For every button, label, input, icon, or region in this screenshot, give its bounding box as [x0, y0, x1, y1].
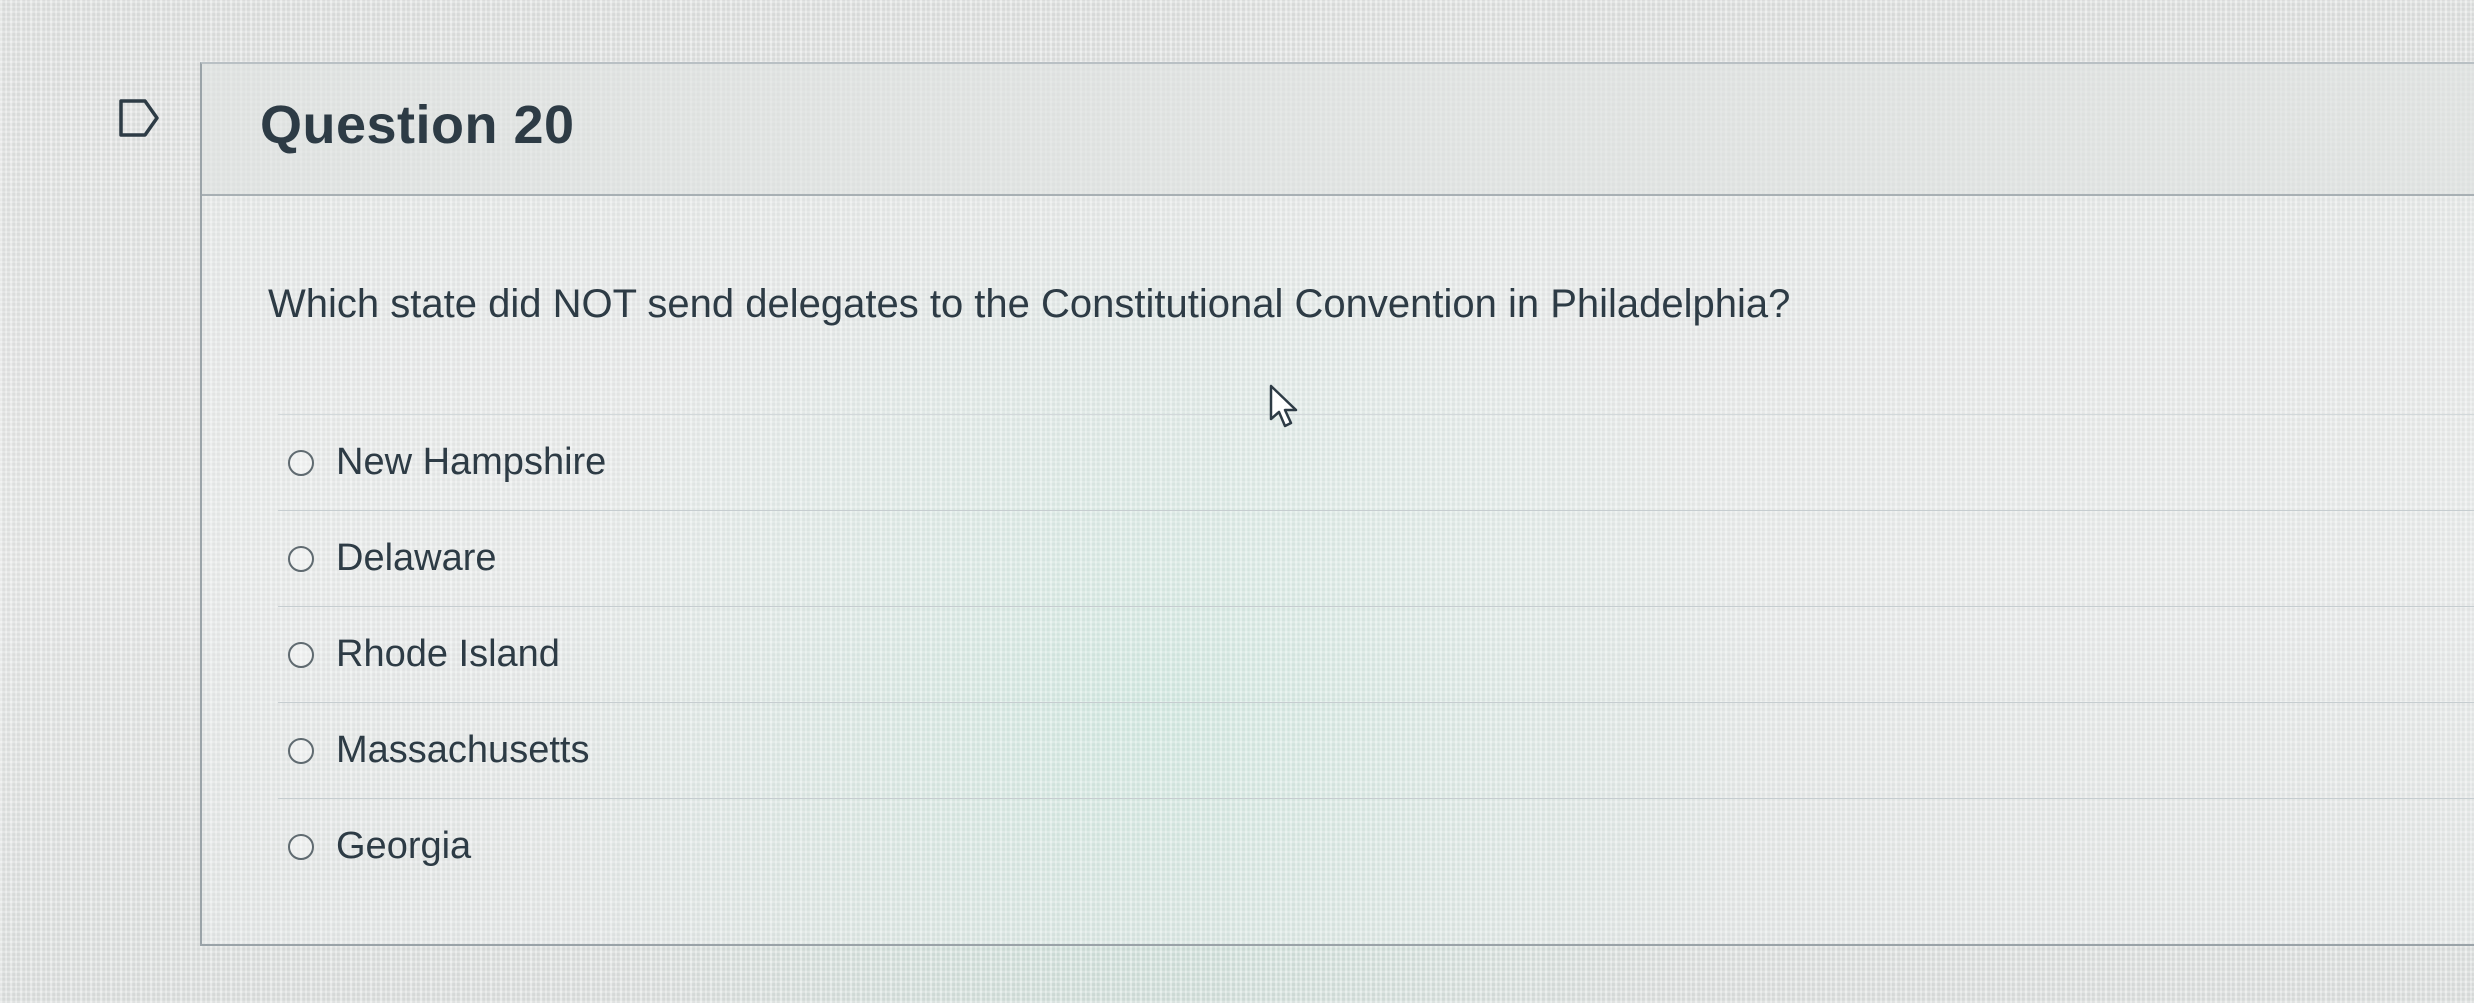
answer-label[interactable]: Massachusetts [336, 729, 589, 772]
answer-option[interactable]: New Hampshire [278, 414, 2474, 510]
question-title: Question 20 [260, 95, 575, 155]
radio-button[interactable] [288, 545, 314, 572]
radio-button[interactable] [288, 449, 314, 476]
answer-option[interactable]: Georgia [278, 798, 2474, 894]
flag-question-icon[interactable] [118, 98, 160, 138]
radio-button[interactable] [288, 737, 314, 764]
question-header: Question 20 [202, 64, 2474, 196]
answer-list: New Hampshire Delaware Rhode Island Mass… [278, 414, 2474, 894]
question-text: Which state did NOT send delegates to th… [268, 282, 1791, 326]
radio-button[interactable] [288, 833, 314, 860]
answer-label[interactable]: Georgia [336, 825, 471, 868]
answer-label[interactable]: Rhode Island [336, 633, 560, 676]
answer-option[interactable]: Delaware [278, 510, 2474, 606]
answer-label[interactable]: Delaware [336, 537, 497, 580]
answer-option[interactable]: Rhode Island [278, 606, 2474, 702]
radio-button[interactable] [288, 641, 314, 668]
answer-label[interactable]: New Hampshire [336, 441, 606, 484]
question-card: Question 20 Which state did NOT send del… [200, 62, 2474, 946]
mouse-pointer-icon [1269, 384, 1298, 428]
answer-option[interactable]: Massachusetts [278, 702, 2474, 798]
